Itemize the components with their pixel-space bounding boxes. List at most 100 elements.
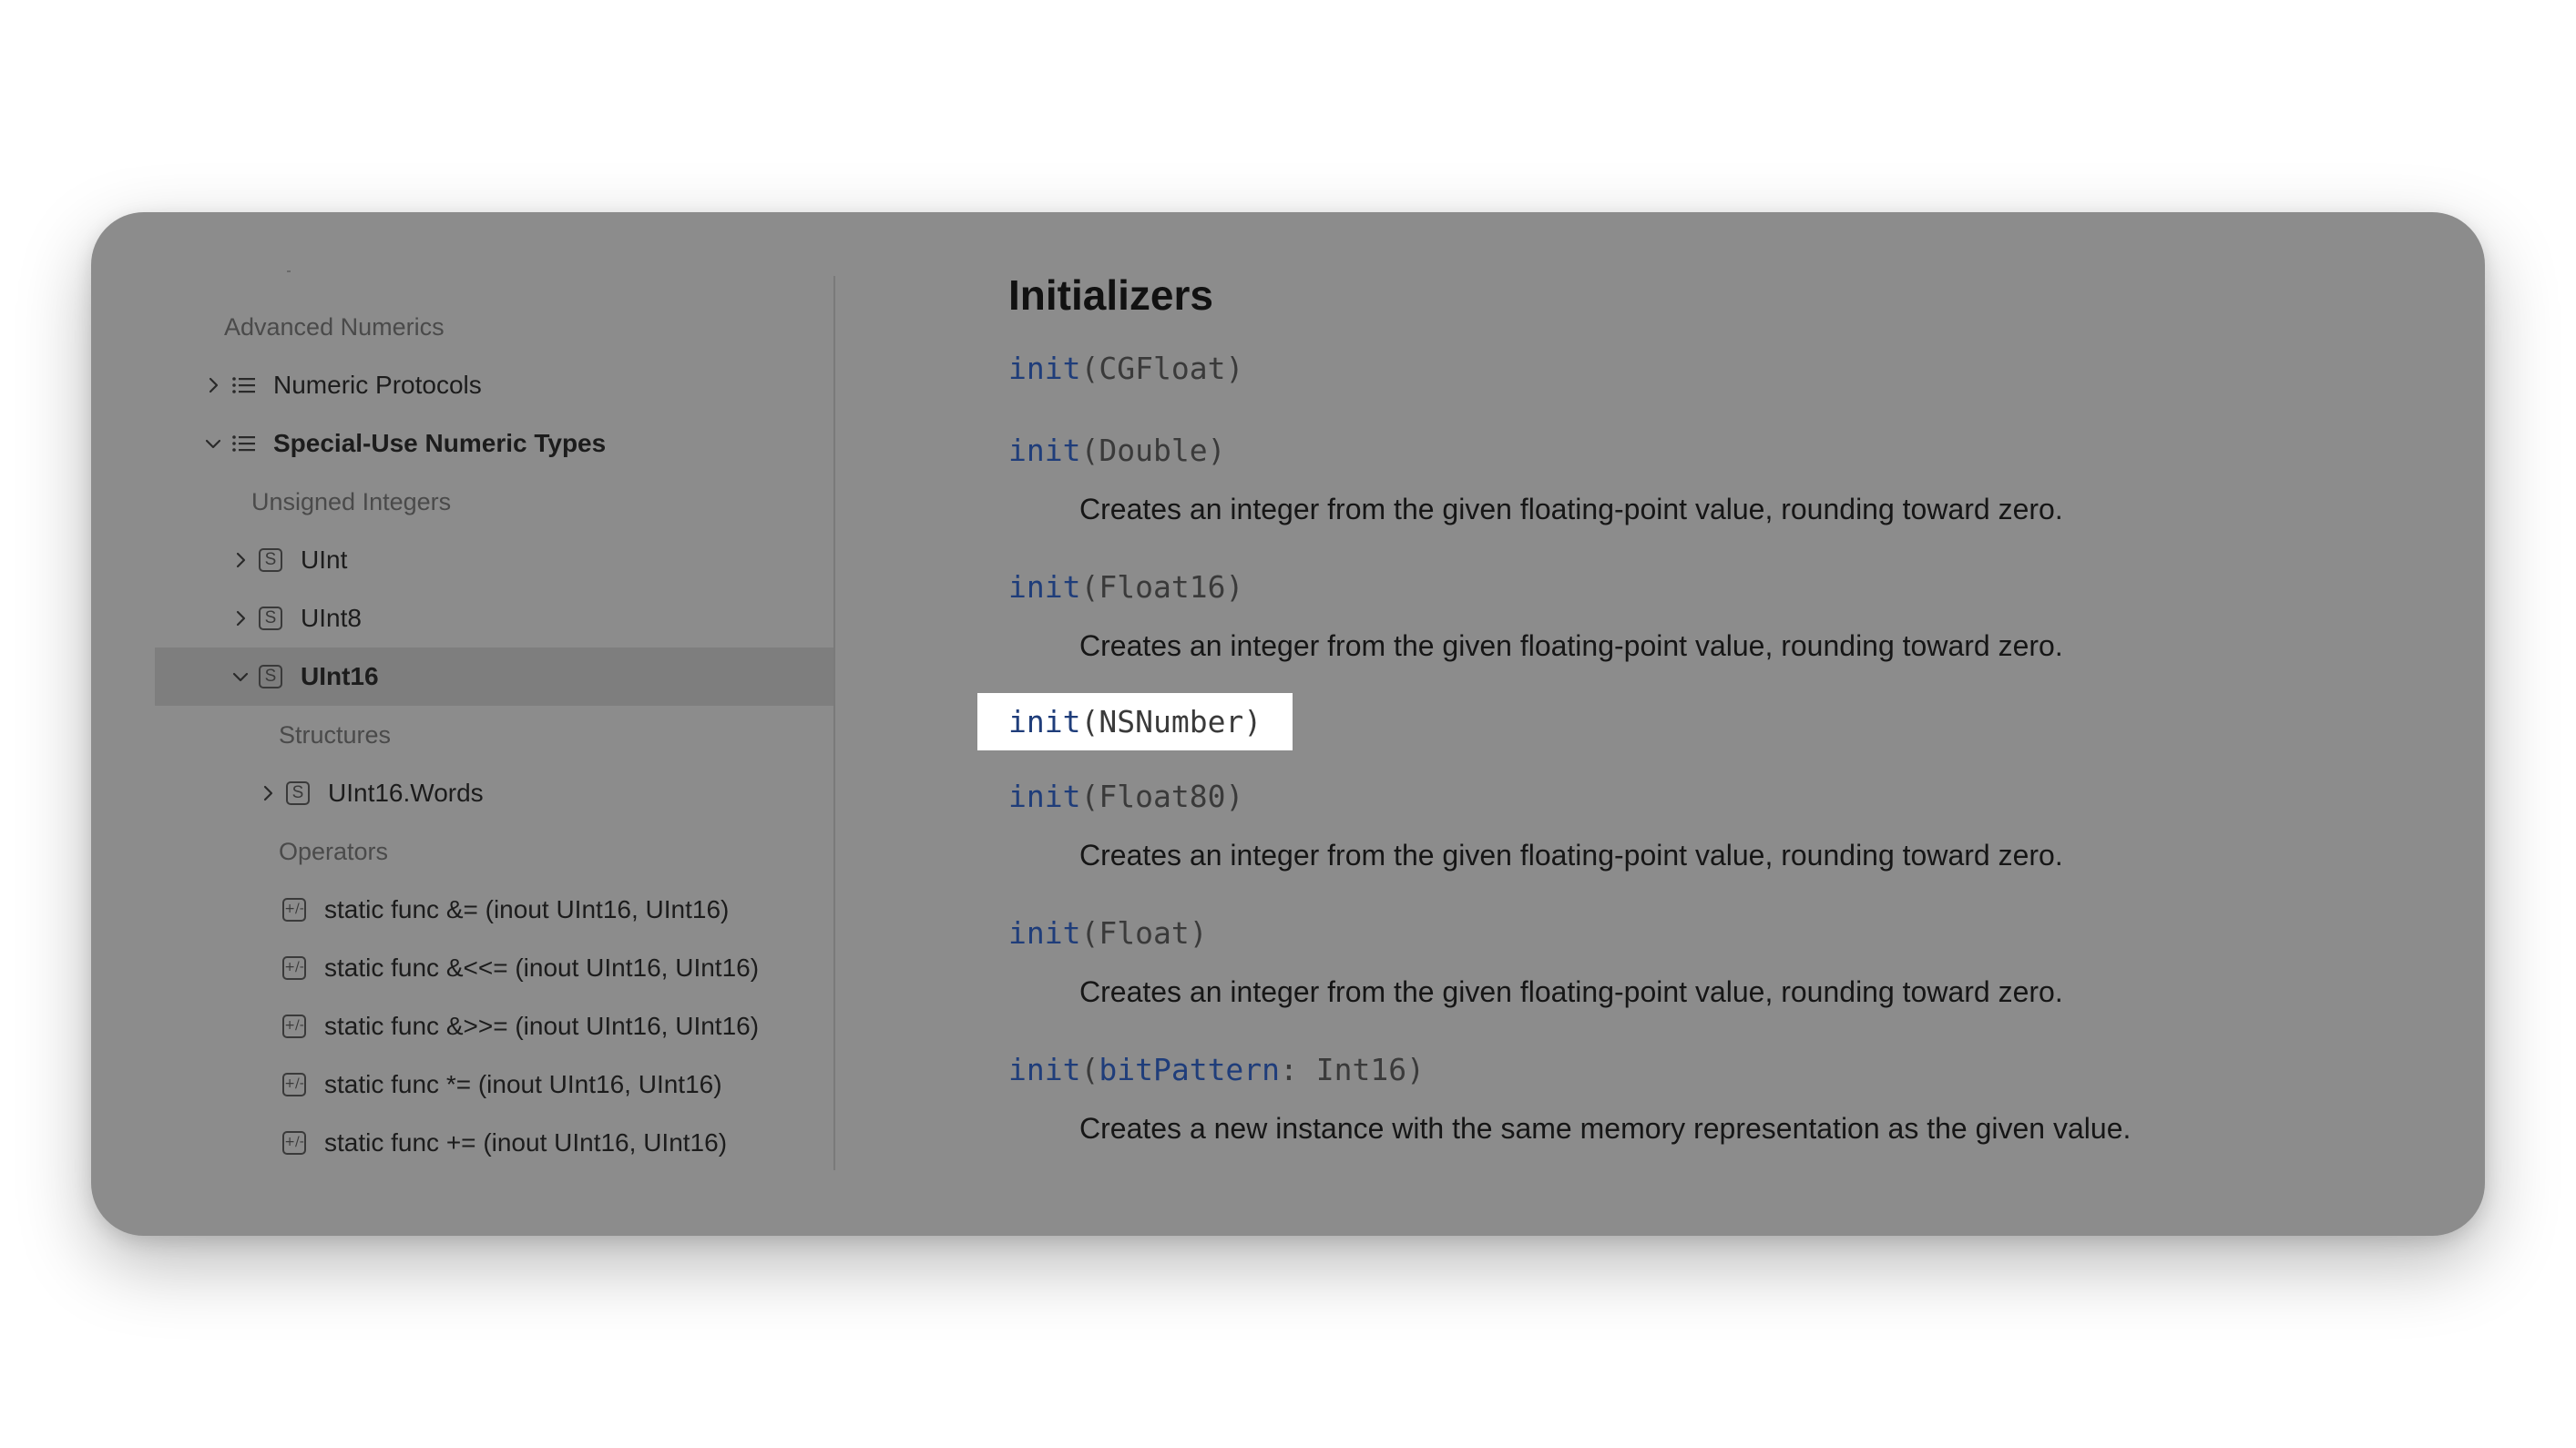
- signature-colon: :: [1280, 1052, 1316, 1087]
- sidebar-item-label: Special-Use Numeric Types: [273, 429, 607, 457]
- documentation-content: Initializers init(CGFloat) init(Double) …: [835, 212, 2485, 1236]
- initializer-description: Creates an integer from the given floati…: [1079, 975, 2063, 1008]
- signature-open-paren: (: [1080, 351, 1099, 386]
- initializer-signature[interactable]: init(Float16): [1008, 569, 1243, 605]
- scroll-remnant: [287, 270, 291, 272]
- initializer-description: Creates a new instance with the same mem…: [1079, 1112, 2131, 1145]
- sidebar-item-uint16-words[interactable]: S UInt16.Words: [155, 764, 833, 822]
- init-keyword[interactable]: init: [1008, 779, 1080, 814]
- sidebar-section-label: Unsigned Integers: [251, 487, 452, 515]
- structure-icon: S: [257, 546, 284, 574]
- operator-icon: +/-: [281, 896, 308, 923]
- sidebar-section-advanced-numerics: Advanced Numerics: [155, 298, 833, 356]
- initializer-description: Creates an integer from the given floati…: [1079, 493, 2063, 525]
- sidebar-item-uint[interactable]: S UInt: [155, 531, 833, 589]
- sidebar-item-operator[interactable]: +/- static func &>>= (inout UInt16, UInt…: [155, 997, 833, 1055]
- structure-badge: S: [259, 548, 282, 572]
- list-icon: [230, 430, 257, 457]
- initializer-signature[interactable]: init(Float80): [1008, 779, 1243, 814]
- sidebar-item-operator[interactable]: +/- static func &= (inout UInt16, UInt16…: [155, 881, 833, 939]
- init-keyword[interactable]: init: [1008, 704, 1080, 739]
- operator-icon: +/-: [281, 954, 308, 982]
- signature-type: Double: [1099, 433, 1208, 468]
- sidebar-item-label: Numeric Protocols: [273, 371, 482, 399]
- initializer-description: Creates an integer from the given floati…: [1079, 629, 2063, 662]
- chevron-right-icon[interactable]: [228, 606, 253, 631]
- sidebar-item-label: static func += (inout UInt16, UInt16): [324, 1128, 728, 1157]
- operator-icon: +/-: [281, 1129, 308, 1157]
- sidebar-section-unsigned-integers: Unsigned Integers: [155, 473, 833, 531]
- operator-badge: +/-: [282, 898, 306, 922]
- initializer-description: Creates an integer from the given floati…: [1079, 839, 2063, 872]
- signature-open-paren: (: [1080, 1052, 1099, 1087]
- sidebar-item-operator[interactable]: +/- static func &<<= (inout UInt16, UInt…: [155, 939, 833, 997]
- signature-type: CGFloat: [1099, 351, 1226, 386]
- signature-type: NSNumber: [1099, 704, 1244, 739]
- initializer-signature[interactable]: init(Float): [1008, 915, 1208, 951]
- signature-open-paren: (: [1080, 433, 1099, 468]
- sidebar-section-label: Structures: [279, 720, 392, 749]
- chevron-right-icon[interactable]: [228, 547, 253, 573]
- init-keyword[interactable]: init: [1008, 915, 1080, 951]
- sidebar-section-label: Advanced Numerics: [224, 312, 445, 341]
- operator-icon: +/-: [281, 1071, 308, 1098]
- initializer-signature[interactable]: init(Double): [1008, 433, 1225, 468]
- list-icon: [230, 372, 257, 399]
- operator-badge: +/-: [282, 1131, 306, 1155]
- signature-type: Float16: [1099, 569, 1226, 605]
- sidebar-item-label: UInt16.Words: [328, 779, 484, 807]
- signature-open-paren: (: [1080, 915, 1099, 951]
- sidebar-item-uint16[interactable]: S UInt16: [155, 648, 833, 706]
- structure-icon: S: [257, 605, 284, 632]
- init-keyword[interactable]: init: [1008, 569, 1080, 605]
- init-keyword[interactable]: init: [1008, 433, 1080, 468]
- sidebar-item-label: static func &= (inout UInt16, UInt16): [324, 895, 730, 923]
- chevron-right-icon[interactable]: [200, 372, 226, 398]
- signature-type: Int16: [1315, 1052, 1407, 1087]
- init-keyword[interactable]: init: [1008, 1052, 1080, 1087]
- signature-close-paren: ): [1189, 915, 1208, 951]
- chevron-down-icon[interactable]: [200, 431, 226, 456]
- operator-icon: +/-: [281, 1013, 308, 1040]
- sidebar-item-label: UInt16: [301, 662, 379, 690]
- sidebar-item-label: static func &<<= (inout UInt16, UInt16): [324, 953, 760, 982]
- structure-badge: S: [259, 665, 282, 688]
- chevron-down-icon[interactable]: [228, 664, 253, 689]
- sidebar-item-label: static func &>>= (inout UInt16, UInt16): [324, 1012, 760, 1040]
- signature-type: Float80: [1099, 779, 1226, 814]
- structure-badge: S: [286, 781, 310, 805]
- sidebar-item-numeric-protocols[interactable]: Numeric Protocols: [155, 356, 833, 414]
- initializer-signature[interactable]: init(CGFloat): [1008, 351, 1243, 386]
- signature-open-paren: (: [1080, 779, 1099, 814]
- signature-close-paren: ): [1243, 704, 1262, 739]
- signature-argument-label: bitPattern: [1099, 1052, 1281, 1087]
- chevron-right-icon[interactable]: [255, 780, 281, 806]
- sidebar-section-operators: Operators: [155, 822, 833, 881]
- sidebar-item-label: static func *= (inout UInt16, UInt16): [324, 1070, 722, 1098]
- signature-close-paren: ): [1225, 569, 1244, 605]
- structure-icon: S: [284, 780, 312, 807]
- sidebar-item-special-use-numeric-types[interactable]: Special-Use Numeric Types: [155, 414, 833, 473]
- sidebar-item-label: UInt8: [301, 604, 362, 632]
- sidebar-section-structures: Structures: [155, 706, 833, 764]
- sidebar-item-operator[interactable]: +/- static func += (inout UInt16, UInt16…: [155, 1114, 833, 1172]
- structure-badge: S: [259, 607, 282, 630]
- signature-close-paren: ): [1225, 351, 1244, 386]
- sidebar-section-label: Operators: [279, 837, 389, 865]
- signature-open-paren: (: [1080, 704, 1099, 739]
- documentation-window: Advanced Numerics Numeric Protocols Spec…: [91, 212, 2485, 1236]
- sidebar-item-operator[interactable]: +/- static func *= (inout UInt16, UInt16…: [155, 1055, 833, 1114]
- initializer-signature-highlighted[interactable]: init(NSNumber): [977, 693, 1293, 750]
- signature-close-paren: ): [1207, 433, 1226, 468]
- signature-close-paren: ): [1225, 779, 1244, 814]
- initializer-signature[interactable]: init(bitPattern: Int16): [1008, 1052, 1425, 1087]
- init-keyword[interactable]: init: [1008, 351, 1080, 386]
- structure-icon: S: [257, 663, 284, 690]
- sidebar-item-uint8[interactable]: S UInt8: [155, 589, 833, 648]
- sidebar-item-label: UInt: [301, 546, 348, 574]
- section-title: Initializers: [1008, 271, 1213, 319]
- signature-open-paren: (: [1080, 569, 1099, 605]
- signature-type: Float: [1099, 915, 1190, 951]
- signature-close-paren: ): [1406, 1052, 1426, 1087]
- operator-badge: +/-: [282, 1073, 306, 1096]
